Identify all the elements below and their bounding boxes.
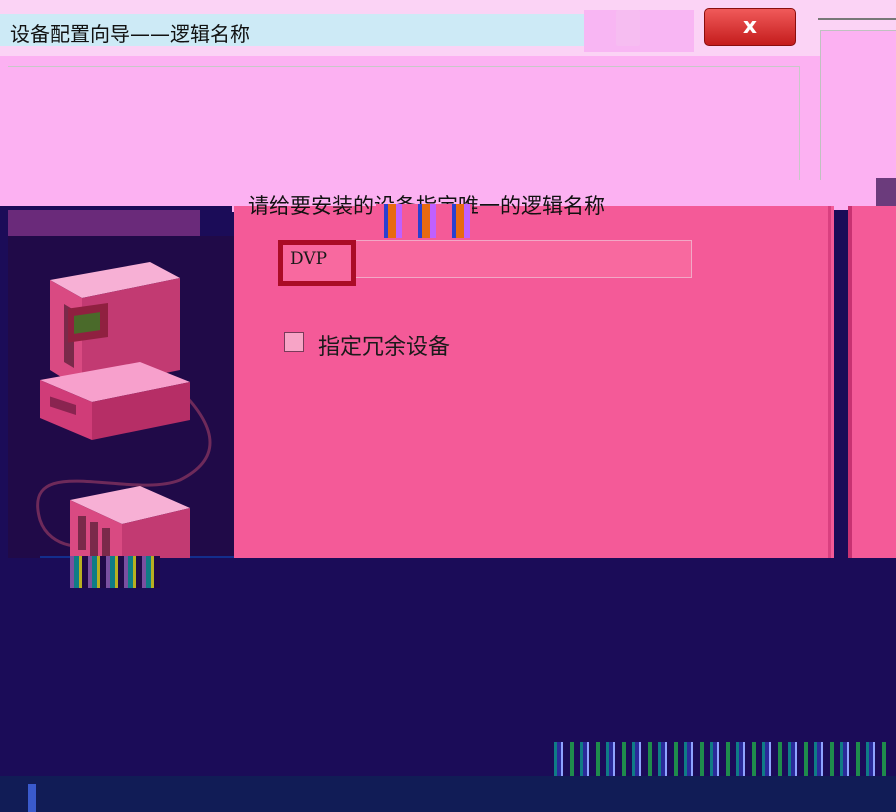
bottom-border-mark: [28, 784, 36, 812]
render-artifact-strip: [70, 556, 160, 588]
window-title: 设备配置向导——逻辑名称: [10, 22, 250, 46]
illustration-cap: [8, 210, 200, 238]
bottom-border: [0, 776, 896, 812]
render-artifact-strip: [548, 742, 888, 780]
close-button[interactable]: x: [704, 8, 796, 46]
logical-name-value[interactable]: DVP: [290, 249, 327, 269]
background-window-block: [876, 178, 896, 206]
illustration-artwork: [36, 262, 212, 580]
minimize-button[interactable]: [616, 10, 640, 46]
background-window-content: [852, 206, 896, 558]
render-artifact-strip: [376, 204, 472, 238]
computer-icon: [40, 262, 190, 440]
wizard-window: 设备配置向导——逻辑名称 x DVP 指定冗余设备: [0, 0, 896, 812]
content-divider: [828, 206, 831, 558]
redundant-device-label[interactable]: 指定冗余设备: [318, 329, 450, 361]
redundant-device-checkbox[interactable]: [284, 332, 304, 352]
